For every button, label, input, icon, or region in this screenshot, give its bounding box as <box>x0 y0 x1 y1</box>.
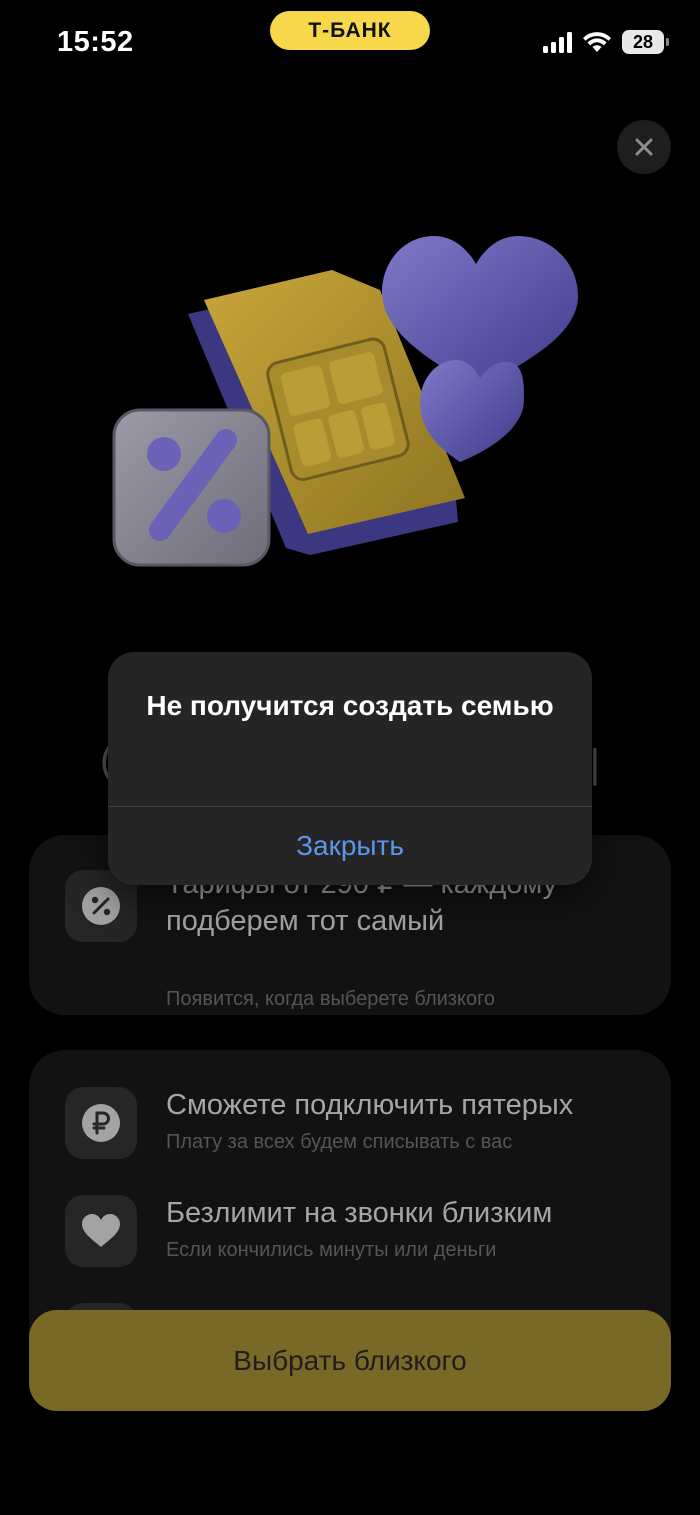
wifi-icon <box>583 32 611 52</box>
heart-icon <box>82 1214 120 1247</box>
feature-title: Сможете подключить пятерых <box>166 1089 574 1121</box>
cellular-signal-icon <box>543 31 572 53</box>
status-bar: 15:52 Т-БАНК 28 <box>0 0 700 90</box>
heart-icon-box <box>65 1195 137 1267</box>
status-time: 15:52 <box>57 26 134 58</box>
bank-logo-pill: Т-БАНК <box>270 11 430 50</box>
feature-title: Безлимит на звонки близким <box>166 1197 553 1229</box>
feature-subtitle: Появится, когда выберете близкого <box>166 988 496 1010</box>
alert-title: Не получится создать семью <box>146 690 554 721</box>
hero-illustration <box>112 236 578 567</box>
screen: 15:52 Т-БАНК 28 (| подберем тот самый П… <box>0 0 700 1515</box>
close-button[interactable] <box>617 120 671 174</box>
close-icon <box>635 138 653 156</box>
feature-subtitle: Если кончились минуты или деньги <box>166 1239 497 1261</box>
alert-dialog: Не получится создать семью Закрыть <box>108 652 592 885</box>
alert-close-button[interactable]: Закрыть <box>108 807 592 885</box>
choose-relative-button[interactable]: Выбрать близкого <box>29 1310 671 1411</box>
status-icons: 28 <box>543 30 669 54</box>
battery-icon: 28 <box>622 30 669 54</box>
ruble-icon-box <box>65 1087 137 1159</box>
feature-subtitle: Плату за всех будем списывать с вас <box>166 1131 513 1153</box>
percent-icon <box>82 887 120 925</box>
ruble-icon <box>82 1104 120 1142</box>
